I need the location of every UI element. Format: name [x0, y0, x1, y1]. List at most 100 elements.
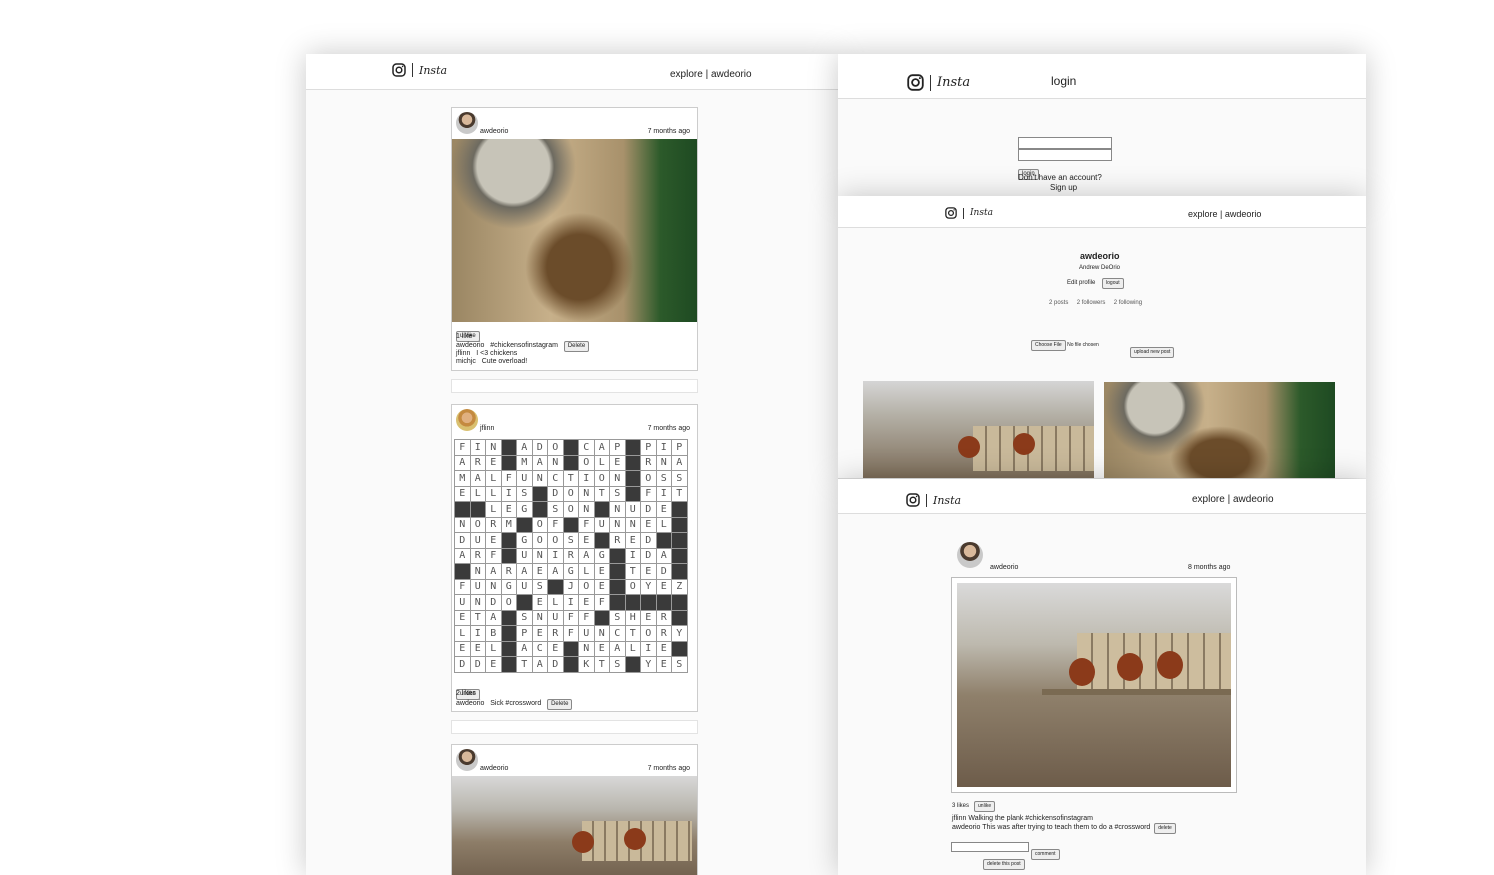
username-input[interactable] [1018, 137, 1112, 149]
password-input[interactable] [1018, 149, 1112, 161]
comment-user[interactable]: awdeorio [456, 342, 484, 349]
post-owner[interactable]: awdeorio [990, 564, 1018, 571]
crossword-cell: L [469, 485, 486, 502]
crossword-cell: U [516, 578, 533, 595]
crossword-cell: F [500, 470, 517, 487]
brand-logo[interactable]: Insta [392, 63, 447, 77]
comment-user[interactable]: michjc [456, 358, 476, 365]
crossword-cell: A [609, 640, 626, 657]
upload-post-button[interactable]: upload new post [1130, 347, 1175, 358]
crossword-cell: A [454, 454, 471, 471]
avatar[interactable] [456, 112, 478, 134]
choose-file-button[interactable]: Choose File [1031, 340, 1066, 351]
delete-post-button[interactable]: delete this post [983, 859, 1025, 870]
chicken [1069, 658, 1095, 686]
login-link[interactable]: login [1051, 74, 1076, 88]
avatar[interactable] [456, 409, 478, 431]
crossword-cell [671, 547, 688, 564]
crossword-cell: O [562, 485, 579, 502]
comment-user[interactable]: jflinn [952, 815, 966, 822]
crossword-cell [624, 485, 641, 502]
brand-logo[interactable]: Insta [945, 207, 993, 219]
comment-user[interactable]: jflinn [456, 350, 470, 357]
post-timestamp[interactable]: 7 months ago [648, 425, 690, 432]
crossword-cell: L [485, 501, 502, 518]
crossword-cell: R [485, 516, 502, 533]
crossword-cell: N [593, 625, 610, 642]
crossword-cell: A [516, 640, 533, 657]
crossword-cell: D [547, 485, 564, 502]
comment-text: #chickensofinstagram [490, 342, 558, 349]
nav-separator: | [1227, 494, 1231, 505]
delete-comment-button[interactable]: delete [1154, 823, 1176, 834]
avatar[interactable] [957, 542, 983, 568]
instagram-camera-icon [906, 493, 920, 507]
comment-user[interactable]: awdeorio [952, 824, 980, 831]
following-link[interactable]: 2 following [1114, 300, 1142, 306]
post-detail-nav: explore | awdeorio [1192, 494, 1274, 505]
crossword-cell: E [531, 563, 548, 580]
delete-comment-button[interactable]: Delete [547, 699, 573, 710]
user-link[interactable]: awdeorio [1233, 494, 1274, 505]
comment-form[interactable] [451, 379, 698, 393]
crossword-cell: L [454, 625, 471, 642]
crossword-cell: T [624, 563, 641, 580]
signup-link[interactable]: Sign up [1050, 183, 1077, 192]
user-link[interactable]: awdeorio [1225, 209, 1262, 219]
crossword-cell: E [500, 501, 517, 518]
crossword-cell: N [609, 516, 626, 533]
crossword-cell: S [547, 501, 564, 518]
crossword-cell [500, 656, 517, 673]
likes-count: 3 likes [952, 803, 970, 809]
crossword-cell: T [624, 625, 641, 642]
crossword-row: LEGSONNUDE [454, 501, 688, 518]
explore-link[interactable]: explore [1192, 494, 1225, 505]
comment-submit-button[interactable]: comment [1031, 849, 1060, 860]
profile-post-thumb-chickens[interactable] [863, 381, 1094, 478]
explore-link[interactable]: explore [670, 69, 703, 80]
post-owner[interactable]: jflinn [480, 425, 494, 432]
chicken [624, 828, 646, 850]
chicken [1117, 653, 1143, 681]
crossword-cell: U [593, 516, 610, 533]
profile-post-thumb-chicks[interactable] [1104, 382, 1335, 478]
crossword-row: LIBPERFUNCTORY [454, 625, 688, 642]
crossword-cell: C [531, 640, 548, 657]
crossword-row: NARAEAGLETED [454, 563, 688, 580]
crossword-cell: P [640, 439, 657, 456]
crossword-cell: O [578, 454, 595, 471]
post-timestamp[interactable]: 7 months ago [648, 128, 690, 135]
crossword-cell: O [531, 516, 548, 533]
unlike-button[interactable]: unlike [974, 801, 996, 812]
crossword-cell: O [531, 532, 548, 549]
crossword-cell: A [578, 547, 595, 564]
crossword-cell: E [454, 609, 471, 626]
brand-name: Insta [937, 75, 971, 90]
user-link[interactable]: awdeorio [711, 69, 752, 80]
explore-link[interactable]: explore [1188, 209, 1218, 219]
post-owner[interactable]: awdeorio [480, 765, 508, 772]
logout-button[interactable]: logout [1102, 278, 1124, 289]
crossword-cell [671, 609, 688, 626]
crossword-cell: J [562, 578, 579, 595]
comment-input[interactable] [951, 842, 1029, 852]
brand-logo[interactable]: Insta [906, 493, 961, 507]
crossword-cell [593, 609, 610, 626]
comment-form[interactable] [451, 720, 698, 734]
post-owner[interactable]: awdeorio [480, 128, 508, 135]
post-timestamp[interactable]: 8 months ago [1188, 564, 1230, 571]
comment-user[interactable]: awdeorio [456, 700, 484, 707]
crossword-cell: N [547, 454, 564, 471]
crossword-cell: M [500, 516, 517, 533]
crossword-cell: F [640, 485, 657, 502]
avatar[interactable] [456, 749, 478, 771]
post-timestamp[interactable]: 7 months ago [648, 765, 690, 772]
crossword-cell [500, 640, 517, 657]
crossword-cell: R [469, 547, 486, 564]
crossword-cell: E [655, 656, 672, 673]
followers-link[interactable]: 2 followers [1077, 300, 1106, 306]
brand-logo[interactable]: Insta [907, 74, 970, 91]
chicken [572, 831, 594, 853]
edit-profile-link[interactable]: Edit profile [1067, 280, 1095, 286]
delete-comment-button[interactable]: Delete [563, 341, 590, 352]
